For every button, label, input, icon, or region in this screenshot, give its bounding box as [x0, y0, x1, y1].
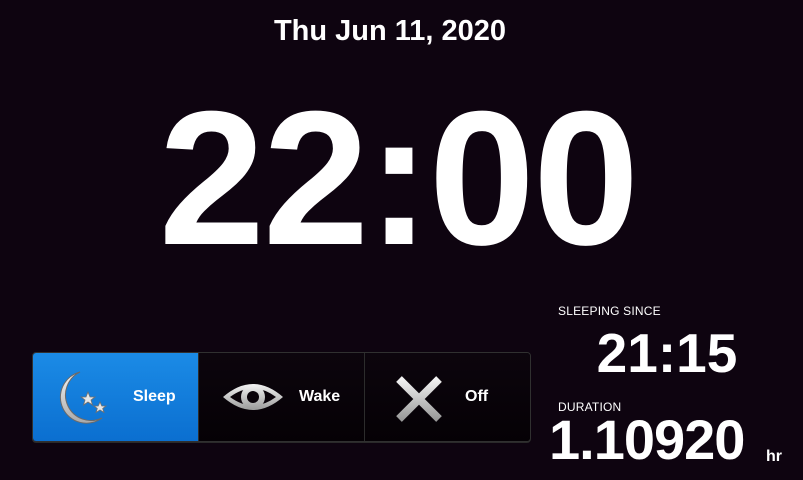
off-label: Off [465, 388, 489, 405]
sleep-tracker-screen: Thu Jun 11, 2020 22:00 Sleep Wake Off SL… [0, 0, 803, 480]
sleep-label: Sleep [133, 388, 176, 405]
sleeping-since-value: 21:15 [596, 322, 738, 384]
sleeping-since-label: SLEEPING SINCE [558, 304, 661, 318]
duration-unit: hr [766, 448, 782, 465]
wake-button[interactable]: Wake [199, 353, 365, 441]
mode-selector: Sleep Wake Off [32, 352, 531, 442]
x-icon [386, 366, 452, 428]
clock-time: 22:00 [158, 72, 640, 285]
current-date: Thu Jun 11, 2020 [273, 15, 507, 47]
sleep-button[interactable]: Sleep [33, 353, 199, 441]
off-button[interactable]: Off [365, 353, 530, 441]
wake-label: Wake [299, 388, 341, 405]
duration-value: 1.10920 [549, 408, 745, 471]
eye-icon [220, 366, 286, 428]
moon-stars-icon [54, 366, 120, 428]
